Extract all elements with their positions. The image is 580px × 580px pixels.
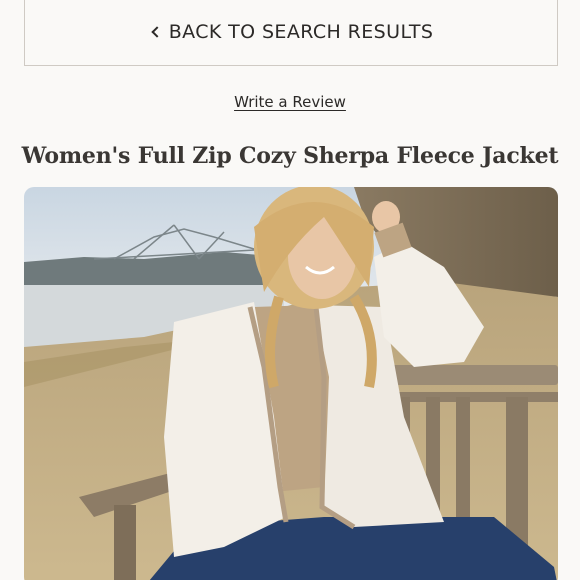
back-to-search-button[interactable]: BACK TO SEARCH RESULTS bbox=[24, 0, 558, 66]
review-link-container: Write a Review bbox=[0, 92, 580, 111]
product-title: Women's Full Zip Cozy Sherpa Fleece Jack… bbox=[21, 143, 559, 169]
product-photo[interactable] bbox=[24, 187, 558, 580]
back-button-content: BACK TO SEARCH RESULTS bbox=[149, 21, 434, 43]
chevron-left-icon bbox=[149, 23, 163, 41]
write-review-link[interactable]: Write a Review bbox=[234, 93, 346, 111]
product-photo-illustration bbox=[24, 187, 558, 580]
back-button-label: BACK TO SEARCH RESULTS bbox=[168, 21, 434, 43]
